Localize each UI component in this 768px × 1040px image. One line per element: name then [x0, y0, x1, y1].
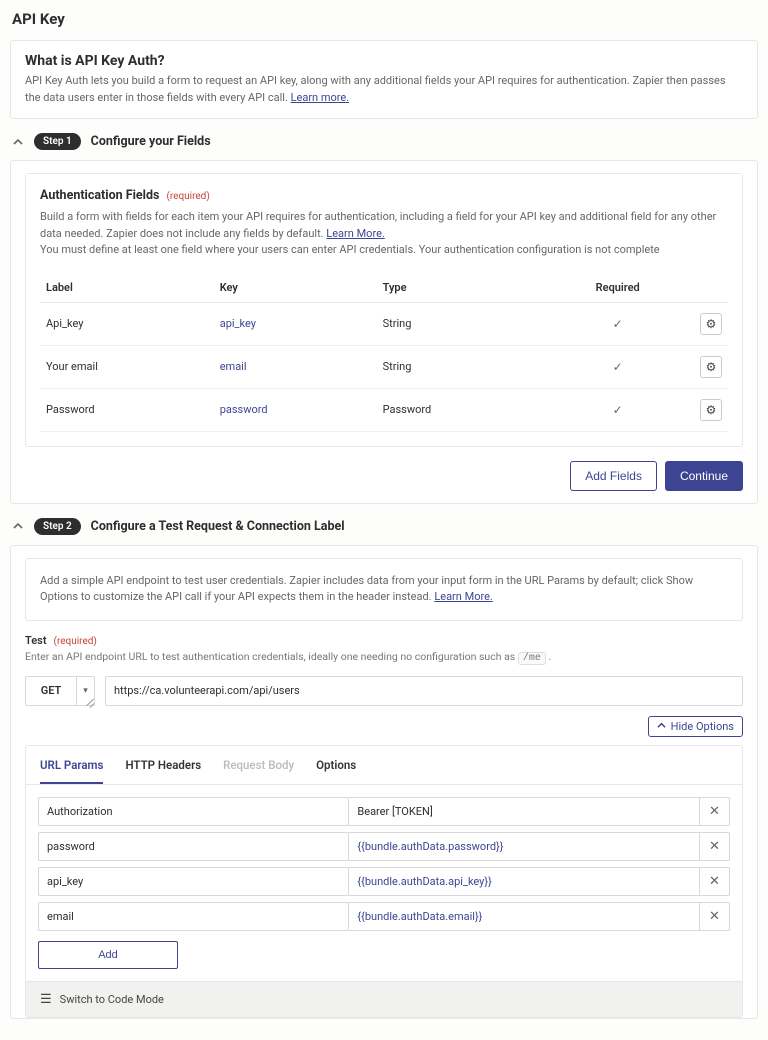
- row-settings-button[interactable]: ⚙: [700, 399, 722, 421]
- close-icon: ✕: [709, 804, 720, 819]
- field-label: Api_key: [40, 302, 214, 345]
- list-icon: ☰: [40, 992, 52, 1007]
- field-key: password: [214, 388, 377, 431]
- param-row: password {{bundle.authData.password}} ✕: [38, 832, 730, 861]
- switch-code-mode-button[interactable]: ☰ Switch to Code Mode: [26, 981, 742, 1017]
- auth-fields-learn-more-link[interactable]: Learn More.: [326, 227, 385, 240]
- http-method-value: GET: [26, 677, 76, 705]
- row-settings-button[interactable]: ⚙: [700, 313, 722, 335]
- auth-fields-required: (required): [166, 191, 209, 202]
- field-type: Password: [377, 388, 542, 431]
- tab-body: Authorization Bearer [TOKEN] ✕ password …: [26, 785, 742, 981]
- test-required: (required): [54, 636, 97, 647]
- chevron-up-icon: [12, 136, 24, 148]
- auth-fields-card: Authentication Fields (required) Build a…: [25, 173, 743, 447]
- continue-button[interactable]: Continue: [665, 461, 743, 491]
- field-key: email: [214, 345, 377, 388]
- add-param-button[interactable]: Add: [38, 941, 178, 969]
- param-value-input[interactable]: {{bundle.authData.email}}: [349, 902, 700, 931]
- field-key: api_key: [214, 302, 377, 345]
- param-row: email {{bundle.authData.email}} ✕: [38, 902, 730, 931]
- auth-fields-help2: You must define at least one field where…: [40, 242, 728, 259]
- step2-help-card: Add a simple API endpoint to test user c…: [25, 558, 743, 621]
- param-row: api_key {{bundle.authData.api_key}} ✕: [38, 867, 730, 896]
- step1-pill: Step 1: [34, 133, 81, 150]
- step1-card: Authentication Fields (required) Build a…: [10, 160, 758, 504]
- param-key-input[interactable]: api_key: [38, 867, 349, 896]
- url-input[interactable]: https://ca.volunteerapi.com/api/users: [105, 676, 743, 706]
- http-method-select[interactable]: GET ▾: [25, 676, 95, 706]
- param-delete-button[interactable]: ✕: [700, 832, 730, 861]
- tab-url-params[interactable]: URL Params: [40, 758, 103, 784]
- page-title: API Key: [12, 10, 758, 28]
- tab-http-headers[interactable]: HTTP Headers: [125, 758, 201, 784]
- test-help-code: /me: [518, 652, 546, 665]
- param-value-input[interactable]: {{bundle.authData.api_key}}: [349, 867, 700, 896]
- chevron-up-icon: [657, 720, 666, 733]
- col-type: Type: [377, 273, 542, 303]
- resize-handle-icon[interactable]: [85, 696, 95, 706]
- close-icon: ✕: [709, 839, 720, 854]
- add-fields-button[interactable]: Add Fields: [570, 461, 657, 491]
- param-key-input[interactable]: email: [38, 902, 349, 931]
- param-row: Authorization Bearer [TOKEN] ✕: [38, 797, 730, 826]
- param-value-input[interactable]: {{bundle.authData.password}}: [349, 832, 700, 861]
- check-icon: ✓: [613, 317, 623, 331]
- row-settings-button[interactable]: ⚙: [700, 356, 722, 378]
- col-label: Label: [40, 273, 214, 303]
- step2-title: Configure a Test Request & Connection La…: [91, 519, 345, 534]
- gear-icon: ⚙: [706, 317, 717, 331]
- field-label: Your email: [40, 345, 214, 388]
- tab-request-body: Request Body: [223, 758, 294, 784]
- param-delete-button[interactable]: ✕: [700, 902, 730, 931]
- auth-fields-help1: Build a form with fields for each item y…: [40, 209, 728, 242]
- step2-help: Add a simple API endpoint to test user c…: [40, 573, 728, 606]
- step1-title: Configure your Fields: [91, 134, 211, 149]
- param-delete-button[interactable]: ✕: [700, 797, 730, 826]
- step1-header[interactable]: Step 1 Configure your Fields: [12, 133, 756, 150]
- intro-card: What is API Key Auth? API Key Auth lets …: [10, 40, 758, 119]
- tab-options[interactable]: Options: [316, 758, 356, 784]
- gear-icon: ⚙: [706, 403, 717, 417]
- step2-card: Add a simple API endpoint to test user c…: [10, 545, 758, 1019]
- param-value-input[interactable]: Bearer [TOKEN]: [349, 797, 700, 826]
- tabs: URL Params HTTP Headers Request Body Opt…: [26, 746, 742, 785]
- intro-heading: What is API Key Auth?: [25, 53, 743, 69]
- gear-icon: ⚙: [706, 360, 717, 374]
- close-icon: ✕: [709, 909, 720, 924]
- table-row: Api_key api_key String ✓ ⚙: [40, 302, 728, 345]
- test-help: Enter an API endpoint URL to test authen…: [25, 650, 743, 666]
- field-type: String: [377, 345, 542, 388]
- hide-options-label: Hide Options: [671, 720, 734, 733]
- step2-learn-more-link[interactable]: Learn More.: [434, 590, 493, 603]
- test-label: Test: [25, 634, 47, 647]
- table-row: Password password Password ✓ ⚙: [40, 388, 728, 431]
- request-options-card: URL Params HTTP Headers Request Body Opt…: [25, 745, 743, 1018]
- col-required: Required: [541, 273, 694, 303]
- hide-options-button[interactable]: Hide Options: [648, 716, 743, 737]
- auth-fields-heading: Authentication Fields: [40, 188, 159, 203]
- param-key-input[interactable]: Authorization: [38, 797, 349, 826]
- param-delete-button[interactable]: ✕: [700, 867, 730, 896]
- step2-pill: Step 2: [34, 518, 81, 535]
- close-icon: ✕: [709, 874, 720, 889]
- fields-table: Label Key Type Required Api_key api_key …: [40, 273, 728, 432]
- param-key-input[interactable]: password: [38, 832, 349, 861]
- col-key: Key: [214, 273, 377, 303]
- step2-header[interactable]: Step 2 Configure a Test Request & Connec…: [12, 518, 756, 535]
- check-icon: ✓: [613, 360, 623, 374]
- check-icon: ✓: [613, 403, 623, 417]
- table-row: Your email email String ✓ ⚙: [40, 345, 728, 388]
- intro-body: API Key Auth lets you build a form to re…: [25, 73, 743, 106]
- chevron-up-icon: [12, 520, 24, 532]
- field-label: Password: [40, 388, 214, 431]
- intro-learn-more-link[interactable]: Learn more.: [291, 91, 350, 104]
- switch-code-mode-label: Switch to Code Mode: [60, 993, 164, 1006]
- field-type: String: [377, 302, 542, 345]
